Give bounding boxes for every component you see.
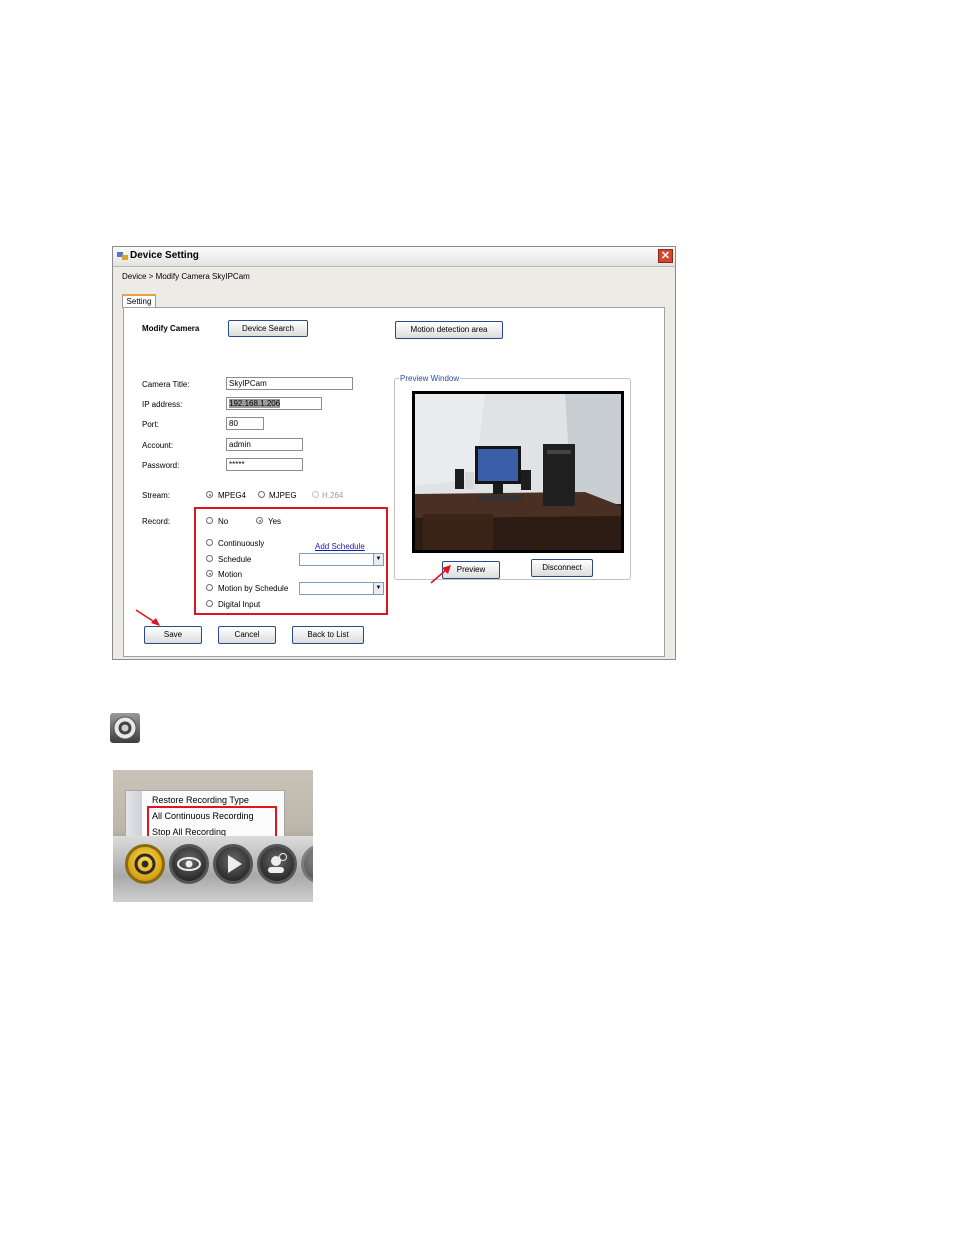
mode-digital-input-radio[interactable] [206,600,213,607]
schedule-user-button[interactable] [257,844,297,884]
ip-address-input[interactable]: 192.168.1.206 [226,397,322,410]
tab-setting[interactable]: Setting [122,294,156,308]
preview-window-group: Preview Window Preview Disconnect [394,374,631,580]
port-label: Port: [142,420,159,429]
setting-panel: Modify Camera Device Search Motion detec… [123,307,665,657]
save-button[interactable]: Save [144,626,202,644]
password-input[interactable]: ***** [226,458,303,471]
form-heading: Modify Camera [142,324,200,333]
mode-motion-by-schedule-radio[interactable] [206,584,213,591]
live-view-button[interactable] [169,844,209,884]
mode-motion-by-schedule-label: Motion by Schedule [218,584,289,593]
stream-mjpeg-label: MJPEG [269,491,297,500]
motion-detection-area-button[interactable]: Motion detection area [395,321,503,339]
record-yes-label: Yes [268,517,282,526]
playback-button[interactable] [213,844,253,884]
record-yes-radio[interactable] [256,517,263,524]
recording-menu-screenshot: Restore Recording Type All Continuous Re… [113,770,313,902]
stream-mpeg4-label: MPEG4 [218,491,247,500]
record-button[interactable] [125,844,165,884]
stream-h264-radio[interactable] [312,491,319,498]
office-scene-image [415,394,621,550]
cancel-button[interactable]: Cancel [218,626,276,644]
play-icon [228,855,242,873]
mode-continuously-label: Continuously [218,539,265,548]
arrow-icon [135,609,160,626]
user-clock-icon [268,853,287,873]
preview-window-label: Preview Window [399,374,461,383]
record-icon [110,713,140,743]
app-icon [117,252,128,260]
mode-schedule-radio[interactable] [206,555,213,562]
record-no-label: No [218,517,229,526]
mode-motion-label: Motion [218,570,243,579]
camera-preview-image [412,391,624,553]
close-icon: ✕ [660,250,671,262]
account-input[interactable]: admin [226,438,303,451]
mode-motion-radio[interactable] [206,570,213,577]
ip-address-label: IP address: [142,400,183,409]
stream-label: Stream: [142,491,171,500]
mode-schedule-label: Schedule [218,555,252,564]
camera-title-label: Camera Title: [142,380,190,389]
arrow-icon [430,565,451,584]
stream-h264-label: H.264 [322,491,344,500]
camera-title-input[interactable]: SkyIPCam [226,377,353,390]
add-schedule-link[interactable]: Add Schedule [315,542,365,551]
next-toolbar-button[interactable] [301,844,313,884]
stream-mjpeg-radio[interactable] [258,491,265,498]
save-pointer-arrow [134,608,164,628]
eye-icon [177,857,201,871]
chevron-down-icon: ▼ [373,583,383,594]
record-label: Record: [142,517,171,526]
breadcrumb: Device > Modify Camera SkyIPCam [122,272,250,281]
device-search-button[interactable]: Device Search [228,320,308,337]
mode-continuously-radio[interactable] [206,539,213,546]
device-setting-window: Device Setting ✕ Device > Modify Camera … [112,246,676,660]
mode-digital-input-label: Digital Input [218,600,261,609]
port-input[interactable]: 80 [226,417,264,430]
ip-address-value: 192.168.1.206 [229,399,281,408]
record-no-radio[interactable] [206,517,213,524]
account-label: Account: [142,441,174,450]
title-bar: Device Setting ✕ [113,247,675,267]
menu-item-restore-recording-type[interactable]: Restore Recording Type [152,795,249,805]
chevron-down-icon: ▼ [373,554,383,565]
recording-context-menu: Restore Recording Type All Continuous Re… [125,790,285,842]
window-title: Device Setting [130,250,199,261]
control-toolbar [113,836,313,902]
password-label: Password: [142,461,180,470]
record-circle-icon [134,853,156,875]
disconnect-button[interactable]: Disconnect [531,559,593,577]
stream-mpeg4-radio[interactable] [206,491,213,498]
motion-schedule-select[interactable]: ▼ [299,582,384,595]
close-button[interactable]: ✕ [658,249,673,263]
record-circle-icon [113,716,137,740]
menu-strip [126,791,142,841]
back-to-list-button[interactable]: Back to List [292,626,364,644]
schedule-select[interactable]: ▼ [299,553,384,566]
preview-pointer-arrow [429,563,453,585]
